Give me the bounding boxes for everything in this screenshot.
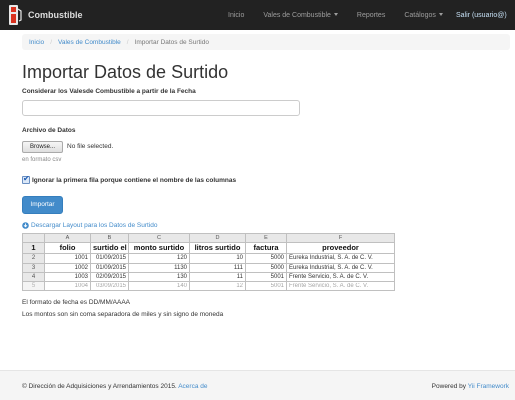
brand[interactable]: Combustible <box>8 3 83 27</box>
cell: Eureka Industrial, S. A. de C. V. <box>286 253 395 264</box>
date-input[interactable] <box>22 100 300 116</box>
page-title: Importar Datos de Surtido <box>22 62 229 82</box>
table-row: 2 1001 01/09/2015 120 10 5000 Eureka Ind… <box>22 253 395 264</box>
nav-item-reportes[interactable]: Reportes <box>357 12 385 19</box>
powered-by-text: Powered by <box>431 383 466 390</box>
logout-link[interactable]: Salir (usuario@) <box>456 0 507 30</box>
cell: 111 <box>189 262 246 273</box>
column-letter: B <box>90 232 129 244</box>
about-link[interactable]: Acerca de <box>178 383 207 390</box>
corner-cell <box>22 232 45 244</box>
row-number: 3 <box>22 262 45 273</box>
cell: 02/09/2015 <box>90 271 129 282</box>
cell: 1001 <box>44 253 91 264</box>
header-cell: folio <box>44 242 91 255</box>
caret-down-icon <box>438 12 443 16</box>
cell: 01/09/2015 <box>90 253 129 264</box>
caret-down-icon <box>333 12 338 16</box>
fuel-pump-icon <box>9 5 22 25</box>
browse-button[interactable]: Browse... <box>22 141 63 153</box>
breadcrumb-separator: / <box>126 38 129 46</box>
breadcrumb: Inicio / Vales de Combustible / Importar… <box>22 34 510 50</box>
breadcrumb-separator: / <box>50 38 52 46</box>
date-format-note: El formato de fecha es DD/MM/AAAA <box>22 299 131 306</box>
date-label: Considerar los Valesde Combustible a par… <box>22 88 196 95</box>
copyright-text: © Dirección de Adquisiciones y Arrendami… <box>22 383 177 390</box>
header-cell: surtido el <box>90 242 129 255</box>
download-icon <box>22 222 29 229</box>
import-button[interactable]: Importar <box>22 196 63 214</box>
file-status: No file selected. <box>67 143 114 150</box>
cell: 11 <box>189 271 246 282</box>
file-help-text: en formato csv <box>22 157 62 163</box>
amount-format-note: Los montos son sin coma separadora de mi… <box>22 311 224 318</box>
table-row: 4 1003 02/09/2015 130 11 5001 Frente Ser… <box>22 271 395 282</box>
checkbox-label[interactable]: Ignorar la primera fila porque contiene … <box>32 177 236 184</box>
ignore-first-row-checkbox[interactable] <box>22 174 30 184</box>
row-number: 2 <box>22 253 45 264</box>
breadcrumb-active: Importar Datos de Surtido <box>134 38 209 46</box>
download-layout-link[interactable]: Descargar Layout para los Datos de Surti… <box>22 222 157 229</box>
footer-powered-by: Powered by Yii Framework <box>432 383 509 390</box>
header-cell: monto surtido <box>128 242 190 255</box>
cell: 5001 <box>245 280 287 292</box>
column-letter: D <box>189 232 246 244</box>
download-link-label: Descargar Layout para los Datos de Surti… <box>31 222 158 229</box>
cell: Frente Servicio, S. A. de C. V. <box>286 280 395 292</box>
header-cell: litros surtido <box>189 242 246 255</box>
sample-spreadsheet: A B C D E F 1 folio surtido el monto sur… <box>22 232 395 292</box>
cell: 5000 <box>245 253 287 264</box>
column-letter: E <box>245 232 287 244</box>
nav-item-inicio[interactable]: Inicio <box>228 12 244 19</box>
nav-item-label: Reportes <box>356 11 386 19</box>
navbar: Combustible Inicio Vales de Combustible … <box>0 0 515 30</box>
footer-copyright: © Dirección de Adquisiciones y Arrendami… <box>22 383 207 390</box>
header-cell: factura <box>245 242 287 255</box>
column-header-row: A B C D E F <box>22 232 395 244</box>
row-number: 5 <box>22 280 45 292</box>
breadcrumb-link-inicio[interactable]: Inicio <box>29 39 44 46</box>
file-label: Archivo de Datos <box>22 127 76 134</box>
table-row: 1 folio surtido el monto surtido litros … <box>22 242 395 255</box>
cell: 01/09/2015 <box>90 262 129 273</box>
column-letter: F <box>286 232 395 244</box>
brand-name: Combustible <box>28 10 83 20</box>
table-row: 5 1004 03/09/2015 140 12 5001 Frente Ser… <box>22 280 395 292</box>
main-nav: Inicio Vales de Combustible Reportes Cat… <box>228 0 462 30</box>
nav-item-catalogos[interactable]: Catálogos <box>404 12 443 19</box>
cell: 5000 <box>245 262 287 273</box>
cell: 12 <box>189 280 246 292</box>
cell: 1130 <box>128 262 190 273</box>
nav-item-label: Vales de Combustible <box>263 11 331 19</box>
cell: 5001 <box>245 271 287 282</box>
nav-item-label: Catálogos <box>404 11 436 19</box>
nav-item-label: Inicio <box>228 11 245 19</box>
cell: 1003 <box>44 271 91 282</box>
column-letter: A <box>44 232 91 244</box>
cell: 1002 <box>44 262 91 273</box>
cell: 10 <box>189 253 246 264</box>
footer: © Dirección de Adquisiciones y Arrendami… <box>0 370 515 400</box>
cell: 140 <box>128 280 190 292</box>
nav-item-vales[interactable]: Vales de Combustible <box>263 12 338 19</box>
column-letter: C <box>128 232 190 244</box>
cell: 120 <box>128 253 190 264</box>
row-number: 4 <box>22 271 45 282</box>
cell: 130 <box>128 271 190 282</box>
header-cell: proveedor <box>286 242 395 255</box>
breadcrumb-link-vales[interactable]: Vales de Combustible <box>58 39 121 46</box>
cell: Frente Servicio, S. A. de C. V. <box>286 271 395 282</box>
row-number: 1 <box>22 242 45 255</box>
table-row: 3 1002 01/09/2015 1130 111 5000 Eureka I… <box>22 262 395 273</box>
cell: 03/09/2015 <box>90 280 129 292</box>
yii-link[interactable]: Yii Framework <box>468 383 509 390</box>
cell: 1004 <box>44 280 91 292</box>
cell: Eureka Industrial, S. A. de C. V. <box>286 262 395 273</box>
